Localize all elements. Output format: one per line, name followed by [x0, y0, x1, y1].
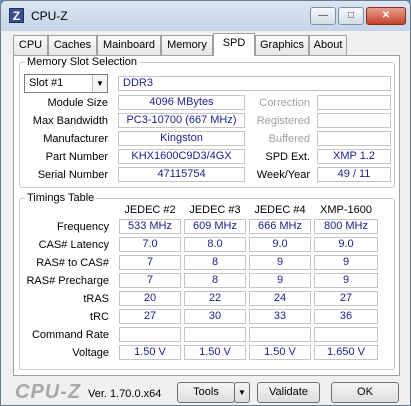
- slot-select-value: Slot #1: [29, 77, 64, 89]
- part-number-value: KHX1600C9D3/4GX: [118, 149, 245, 164]
- chevron-down-icon[interactable]: ▼: [92, 75, 107, 92]
- module-size-value: 4096 MBytes: [118, 95, 245, 110]
- tab-memory[interactable]: Memory: [161, 35, 213, 55]
- timing-cell: 7: [119, 273, 181, 288]
- timing-cell: 22: [184, 291, 246, 306]
- timings-col-header: JEDEC #4: [254, 204, 306, 216]
- manufacturer-value: Kingston: [118, 131, 245, 146]
- timing-cell: [119, 327, 181, 342]
- tab-cpu[interactable]: CPU: [13, 35, 48, 55]
- command-rate-label: Command Rate: [31, 329, 109, 341]
- timing-cell: 8: [184, 273, 246, 288]
- timing-cell: 9: [314, 273, 378, 288]
- tools-dropdown-icon[interactable]: ▼: [234, 382, 250, 403]
- memory-slot-group: Memory Slot Selection Slot #1 ▼ DDR3 Mod…: [19, 56, 395, 188]
- timing-cell: [184, 327, 246, 342]
- timing-cell: 36: [314, 309, 378, 324]
- cpuz-app-icon: Z: [9, 8, 24, 23]
- timing-cell: 27: [119, 309, 181, 324]
- correction-value: [317, 95, 391, 110]
- timing-cell: 9: [314, 255, 378, 270]
- close-button[interactable]: ✕: [366, 7, 406, 25]
- timing-cell: 27: [314, 291, 378, 306]
- timing-cell: 20: [119, 291, 181, 306]
- max-bandwidth-value: PC3-10700 (667 MHz): [118, 113, 245, 128]
- window-title: CPU-Z: [31, 9, 68, 23]
- week-year-label: Week/Year: [256, 169, 310, 181]
- week-year-value: 49 / 11: [317, 167, 391, 182]
- version-text: Ver. 1.70.0.x64: [88, 388, 162, 400]
- timing-cell: 800 MHz: [314, 219, 378, 234]
- tab-mainboard[interactable]: Mainboard: [97, 35, 161, 55]
- timings-col-header: JEDEC #2: [124, 204, 176, 216]
- timing-cell: [314, 327, 378, 342]
- timings-group-title: Timings Table: [25, 192, 97, 204]
- slot-select[interactable]: Slot #1 ▼: [24, 74, 108, 93]
- timings-col-header: XMP-1600: [320, 204, 372, 216]
- timings-group: Timings Table JEDEC #2 JEDEC #3 JEDEC #4…: [19, 192, 395, 370]
- maximize-button[interactable]: □: [338, 7, 364, 25]
- cas-latency-label: CAS# Latency: [38, 239, 109, 251]
- buffered-label: Buffered: [268, 133, 310, 145]
- serial-number-value: 47115754: [118, 167, 245, 182]
- title-bar[interactable]: Z CPU-Z — □ ✕: [1, 1, 410, 31]
- cpuz-logo: CPU-Z: [15, 381, 82, 403]
- timing-cell: 1.650 V: [314, 345, 378, 360]
- timing-cell: 609 MHz: [184, 219, 246, 234]
- timing-cell: 30: [184, 309, 246, 324]
- timing-cell: 666 MHz: [249, 219, 311, 234]
- timing-cell: 9.0: [314, 237, 378, 252]
- minimize-button[interactable]: —: [310, 7, 336, 25]
- timing-cell: 9: [249, 255, 311, 270]
- spd-panel: Memory Slot Selection Slot #1 ▼ DDR3 Mod…: [13, 55, 400, 376]
- registered-value: [317, 113, 391, 128]
- tools-button[interactable]: Tools: [177, 382, 235, 403]
- buffered-value: [317, 131, 391, 146]
- timing-cell: 33: [249, 309, 311, 324]
- spd-ext-value: XMP 1.2: [317, 149, 391, 164]
- timing-cell: 8.0: [184, 237, 246, 252]
- max-bandwidth-label: Max Bandwidth: [32, 115, 108, 127]
- tab-graphics[interactable]: Graphics: [255, 35, 309, 55]
- timing-cell: 7.0: [119, 237, 181, 252]
- frequency-label: Frequency: [57, 221, 109, 233]
- timing-cell: 8: [184, 255, 246, 270]
- timings-col-header: JEDEC #3: [189, 204, 241, 216]
- module-size-label: Module Size: [47, 97, 108, 109]
- validate-button[interactable]: Validate: [257, 382, 320, 403]
- tab-about[interactable]: About: [309, 35, 347, 55]
- ok-button[interactable]: OK: [331, 382, 399, 403]
- timing-cell: 9: [249, 273, 311, 288]
- timing-cell: 1.50 V: [119, 345, 181, 360]
- tab-caches[interactable]: Caches: [48, 35, 97, 55]
- ras-precharge-label: RAS# Precharge: [26, 275, 109, 287]
- memory-slot-group-title: Memory Slot Selection: [25, 56, 140, 68]
- correction-label: Correction: [259, 97, 310, 109]
- ras-to-cas-label: RAS# to CAS#: [36, 257, 109, 269]
- timing-cell: 533 MHz: [119, 219, 181, 234]
- timing-cell: [249, 327, 311, 342]
- timing-cell: 9.0: [249, 237, 311, 252]
- registered-label: Registered: [256, 115, 310, 127]
- tab-spd[interactable]: SPD: [213, 33, 255, 56]
- voltage-label: Voltage: [72, 347, 109, 359]
- timing-cell: 24: [249, 291, 311, 306]
- cpuz-window: Z CPU-Z — □ ✕ CPU Caches Mainboard Memor…: [0, 0, 411, 406]
- timing-cell: 7: [119, 255, 181, 270]
- part-number-label: Part Number: [45, 151, 108, 163]
- trc-label: tRC: [90, 311, 109, 323]
- manufacturer-label: Manufacturer: [43, 133, 108, 145]
- timing-cell: 1.50 V: [249, 345, 311, 360]
- memory-type-field: DDR3: [118, 76, 391, 91]
- serial-number-label: Serial Number: [37, 169, 108, 181]
- tras-label: tRAS: [83, 293, 109, 305]
- timing-cell: 1.50 V: [184, 345, 246, 360]
- spd-ext-label: SPD Ext.: [265, 151, 310, 163]
